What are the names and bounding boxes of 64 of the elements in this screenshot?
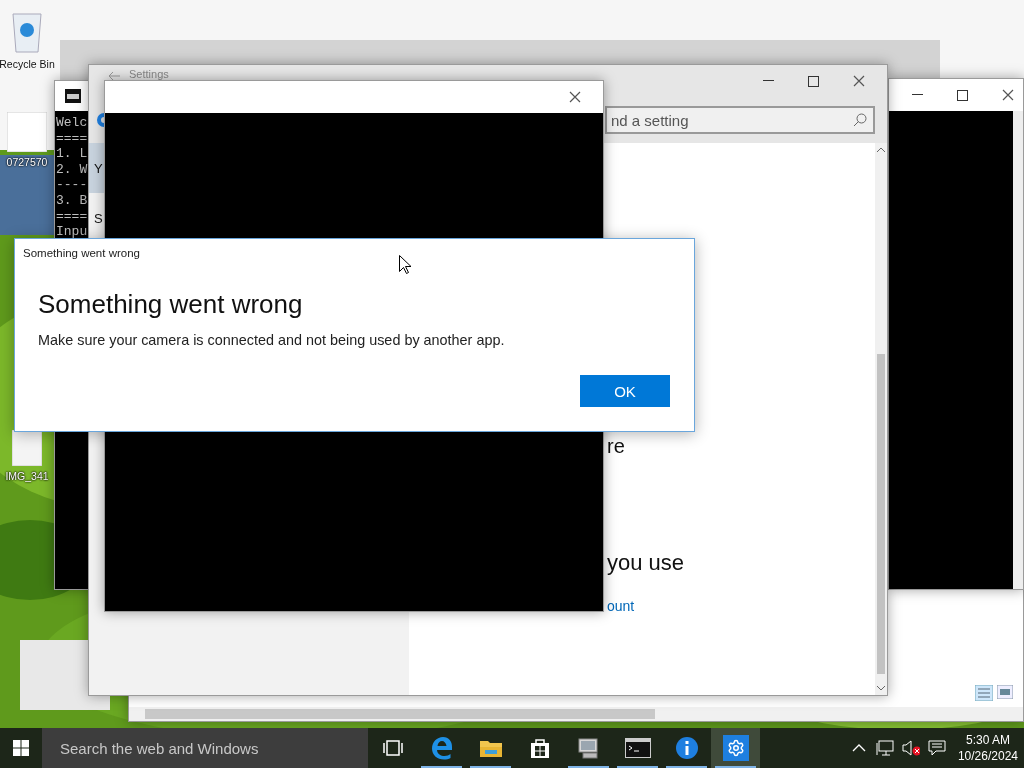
desktop-icon-label[interactable]: Recycle Bin	[0, 58, 55, 70]
close-icon[interactable]	[852, 75, 865, 87]
console-line: 3. B	[56, 192, 88, 209]
search-field[interactable]: Search the web and Windows	[42, 728, 368, 768]
maximize-icon[interactable]	[808, 75, 819, 87]
close-icon[interactable]	[1001, 89, 1014, 101]
account-link[interactable]: ount	[607, 598, 635, 614]
scroll-up-icon[interactable]	[877, 147, 885, 152]
running-indicator	[666, 766, 707, 768]
ok-button[interactable]: OK	[580, 375, 670, 407]
running-indicator	[617, 766, 658, 768]
thumbnail-view-icon[interactable]	[997, 685, 1013, 699]
notification-icon[interactable]	[927, 740, 946, 756]
maximize-icon[interactable]	[957, 89, 968, 101]
scroll-down-icon[interactable]	[877, 686, 885, 691]
recycle-bin-icon[interactable]	[9, 10, 45, 54]
console-line: 2. W	[56, 161, 88, 178]
info-icon	[674, 736, 699, 760]
taskbar-button[interactable]	[711, 728, 760, 768]
gear-icon	[97, 113, 105, 127]
nav-item[interactable]: Y	[89, 143, 105, 193]
console-line: ====	[56, 130, 88, 147]
windows-logo-icon	[13, 740, 29, 756]
mouse-pointer-icon	[399, 255, 411, 274]
vertical-scrollbar[interactable]	[1013, 111, 1023, 589]
chevron-up-icon[interactable]	[851, 744, 866, 752]
horizontal-scrollbar[interactable]	[129, 707, 1023, 721]
store-bag-icon	[528, 737, 551, 759]
network-icon[interactable]	[875, 740, 894, 756]
back-arrow-icon[interactable]	[107, 71, 121, 81]
file-icon[interactable]	[12, 430, 42, 466]
console-line: 1. L	[56, 146, 88, 162]
console-line: Welc	[56, 115, 88, 131]
task-view-icon	[382, 740, 403, 756]
minimize-icon[interactable]	[763, 80, 774, 82]
console-line: ====	[56, 208, 88, 225]
running-indicator	[568, 766, 609, 768]
folder-icon	[478, 738, 503, 758]
search-icon	[853, 113, 867, 127]
volume-icon[interactable]	[901, 740, 920, 756]
console-line: Inpu	[56, 224, 88, 240]
clock[interactable]: 5:30 AM 10/26/2024	[957, 732, 1018, 764]
section-heading: you use	[607, 550, 685, 576]
computer-icon	[576, 737, 601, 759]
dialog-message: Make sure your camera is connected and not being used by another app.	[38, 332, 506, 348]
settings-icon	[722, 735, 749, 761]
scroll-thumb[interactable]	[145, 709, 655, 719]
vertical-scrollbar[interactable]	[875, 143, 887, 695]
dialog-title: Something went wrong	[23, 247, 141, 259]
setting-text: re	[607, 435, 625, 458]
search-field[interactable]: nd a setting	[605, 106, 875, 134]
running-indicator	[715, 766, 756, 768]
command-prompt-icon	[624, 738, 651, 758]
command-prompt-icon	[65, 89, 81, 103]
browser-icon	[429, 736, 454, 760]
running-indicator	[421, 766, 462, 768]
window-title: Settings	[129, 68, 169, 80]
close-icon[interactable]	[568, 91, 581, 103]
running-indicator	[470, 766, 511, 768]
console-line: ----	[56, 177, 88, 193]
desktop-icon-label[interactable]: 0727570	[6, 156, 48, 168]
scroll-thumb[interactable]	[877, 354, 885, 674]
minimize-icon[interactable]	[912, 94, 923, 96]
dialog-heading: Something went wrong	[38, 289, 304, 320]
